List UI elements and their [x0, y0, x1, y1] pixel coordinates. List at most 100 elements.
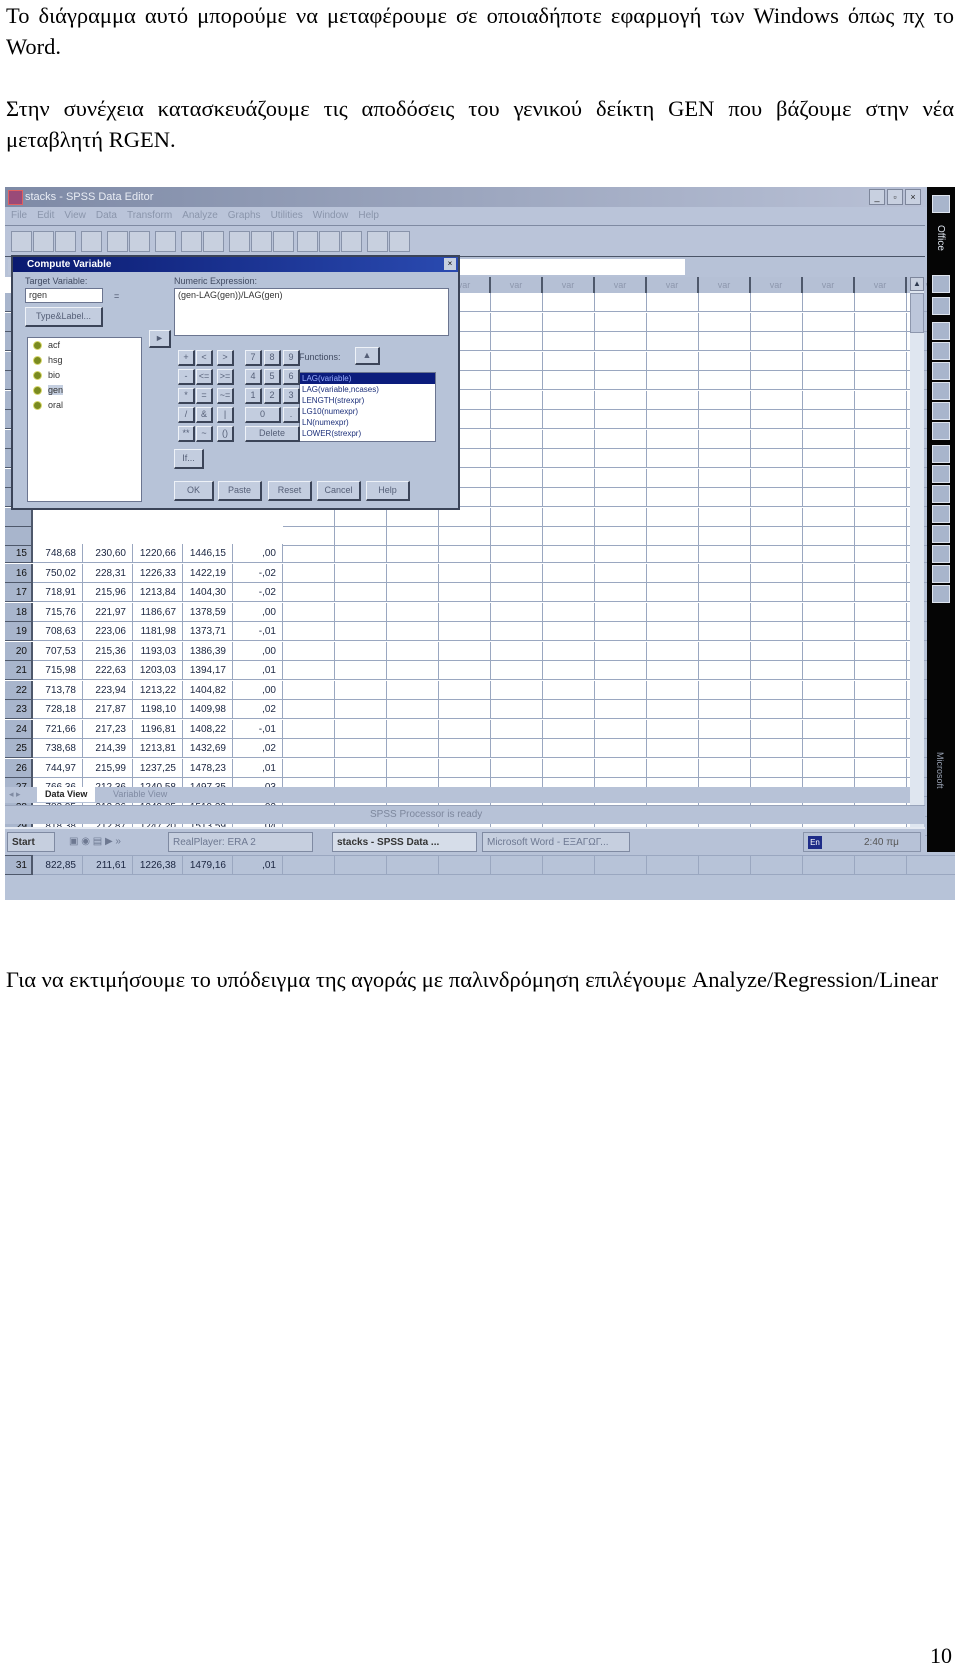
keypad-key[interactable]: /: [178, 407, 195, 423]
dialog-recall-icon[interactable]: [81, 231, 102, 252]
empty-cell[interactable]: [335, 544, 387, 563]
empty-cell[interactable]: [595, 429, 647, 449]
keypad-key[interactable]: 6: [283, 369, 300, 385]
empty-cell[interactable]: [491, 351, 543, 371]
empty-cell[interactable]: [803, 293, 855, 312]
empty-cell[interactable]: [751, 312, 803, 332]
tab-variable-view[interactable]: Variable View: [105, 787, 175, 802]
empty-cell[interactable]: [803, 622, 855, 641]
data-cell[interactable]: -,01: [233, 622, 283, 641]
empty-cell[interactable]: [283, 856, 335, 875]
empty-cell[interactable]: [751, 468, 803, 488]
empty-cell[interactable]: [595, 507, 647, 527]
data-cell[interactable]: 230,60: [83, 544, 133, 563]
empty-cell[interactable]: [491, 602, 543, 622]
empty-cell[interactable]: [283, 527, 335, 546]
empty-cell[interactable]: [335, 680, 387, 700]
data-cell[interactable]: ,00: [233, 602, 283, 622]
empty-cell[interactable]: [595, 449, 647, 468]
variable-list-item[interactable]: bio: [28, 368, 141, 383]
empty-cell[interactable]: [283, 700, 335, 719]
empty-cell[interactable]: [335, 739, 387, 758]
office-shortcut-11[interactable]: [932, 485, 950, 503]
keypad-key[interactable]: 4: [245, 369, 262, 385]
row-header[interactable]: 20: [5, 641, 33, 661]
start-button[interactable]: Start: [7, 832, 55, 852]
empty-cell[interactable]: [699, 856, 751, 875]
taskbar-word[interactable]: Microsoft Word - ΕΞΑΓΩΓ...: [482, 832, 630, 852]
dialog-close-button[interactable]: ×: [444, 258, 456, 270]
empty-cell[interactable]: [855, 390, 907, 410]
empty-cell[interactable]: [803, 739, 855, 758]
vertical-scrollbar[interactable]: ▲ ▼: [910, 277, 924, 852]
data-cell[interactable]: 713,78: [33, 680, 83, 700]
empty-cell[interactable]: [699, 449, 751, 468]
empty-cell[interactable]: [855, 527, 907, 546]
empty-cell[interactable]: [803, 700, 855, 719]
column-header[interactable]: var: [595, 277, 647, 293]
empty-cell[interactable]: [491, 371, 543, 390]
empty-cell[interactable]: [907, 856, 955, 875]
empty-cell[interactable]: [751, 622, 803, 641]
data-cell[interactable]: 715,76: [33, 602, 83, 622]
empty-cell[interactable]: [699, 641, 751, 661]
empty-cell[interactable]: [595, 468, 647, 488]
data-cell[interactable]: ,00: [233, 641, 283, 661]
empty-cell[interactable]: [751, 700, 803, 719]
menu-file[interactable]: File: [11, 207, 27, 225]
data-cell[interactable]: 1213,81: [133, 739, 183, 758]
empty-cell[interactable]: [387, 856, 439, 875]
data-cell[interactable]: 750,02: [33, 563, 83, 583]
variable-list-item[interactable]: hsg: [28, 353, 141, 368]
empty-cell[interactable]: [491, 583, 543, 602]
empty-cell[interactable]: [491, 312, 543, 332]
empty-cell[interactable]: [335, 661, 387, 680]
variable-list-item[interactable]: acf: [28, 338, 141, 353]
empty-cell[interactable]: [803, 371, 855, 390]
empty-cell[interactable]: [283, 622, 335, 641]
office-shortcut-6[interactable]: [932, 382, 950, 400]
empty-cell[interactable]: [595, 488, 647, 507]
empty-cell[interactable]: [283, 602, 335, 622]
empty-cell[interactable]: [647, 449, 699, 468]
empty-cell[interactable]: [543, 700, 595, 719]
empty-cell[interactable]: [855, 622, 907, 641]
empty-cell[interactable]: [595, 544, 647, 563]
menu-data[interactable]: Data: [96, 207, 117, 225]
empty-cell[interactable]: [647, 544, 699, 563]
empty-cell[interactable]: [439, 563, 491, 583]
empty-cell[interactable]: [595, 410, 647, 429]
empty-cell[interactable]: [751, 293, 803, 312]
keypad-key[interactable]: 7: [245, 350, 262, 366]
empty-cell[interactable]: [543, 371, 595, 390]
data-cell[interactable]: 223,94: [83, 680, 133, 700]
keypad-key[interactable]: <=: [196, 369, 213, 385]
data-cell[interactable]: 1409,98: [183, 700, 233, 719]
empty-cell[interactable]: [491, 661, 543, 680]
empty-cell[interactable]: [647, 856, 699, 875]
type-label-button[interactable]: Type&Label...: [25, 307, 103, 327]
empty-cell[interactable]: [699, 661, 751, 680]
row-header[interactable]: 15: [5, 544, 33, 563]
empty-cell[interactable]: [439, 856, 491, 875]
empty-cell[interactable]: [855, 661, 907, 680]
empty-cell[interactable]: [647, 351, 699, 371]
menu-analyze[interactable]: Analyze: [182, 207, 218, 225]
empty-cell[interactable]: [699, 758, 751, 778]
keypad-key[interactable]: =: [196, 388, 213, 404]
data-cell[interactable]: ,02: [233, 739, 283, 758]
keypad-key[interactable]: ~=: [217, 388, 234, 404]
function-list-item[interactable]: LAG(variable): [300, 373, 435, 384]
data-cell[interactable]: 748,68: [33, 544, 83, 563]
empty-cell[interactable]: [751, 507, 803, 527]
empty-cell[interactable]: [491, 563, 543, 583]
empty-cell[interactable]: [699, 700, 751, 719]
empty-cell[interactable]: [335, 719, 387, 739]
empty-cell[interactable]: [335, 758, 387, 778]
empty-cell[interactable]: [543, 680, 595, 700]
empty-cell[interactable]: [543, 449, 595, 468]
menu-edit[interactable]: Edit: [37, 207, 54, 225]
empty-cell[interactable]: [855, 488, 907, 507]
empty-cell[interactable]: [803, 488, 855, 507]
ok-button[interactable]: OK: [174, 481, 214, 501]
